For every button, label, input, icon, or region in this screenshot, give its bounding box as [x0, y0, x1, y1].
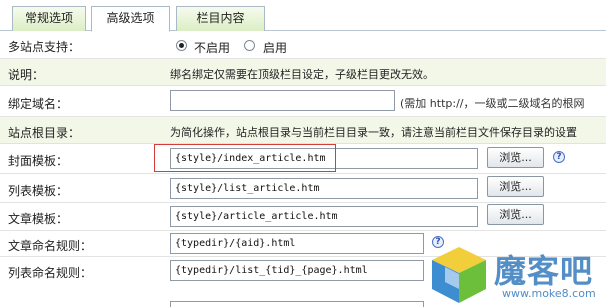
tab-bar: 常规选项 高级选项 栏目内容 — [0, 0, 606, 32]
list-template-label: 列表模板： — [8, 184, 69, 198]
note-label: 说明： — [8, 68, 45, 82]
article-template-input[interactable]: {style}/article_article.htm — [170, 206, 478, 227]
list-naming-input[interactable]: {typedir}/list_{tid}_{page}.html — [170, 260, 424, 281]
site-root-row: 站点根目录： 为简化操作，站点根目录与当前栏目目录一致，请注意当前栏目文件保存目… — [0, 117, 606, 144]
site-root-label: 站点根目录： — [8, 126, 81, 140]
list-template-browse-button[interactable]: 浏览... — [487, 176, 544, 197]
radio-enable[interactable] — [244, 40, 255, 51]
note-row: 说明： 绑名绑定仅需要在顶级栏目设定，子级栏目更改无效。 — [0, 59, 606, 86]
radio-disable[interactable] — [176, 40, 187, 51]
watermark-url: www.moke8.com — [502, 287, 596, 300]
watermark-logo-icon — [432, 247, 486, 303]
multi-site-row: 多站点支持： 不启用 启用 — [0, 31, 606, 59]
multi-site-label: 多站点支持： — [8, 40, 81, 54]
article-template-label: 文章模板： — [8, 212, 69, 226]
bind-domain-row: 绑定域名： (需加 http://，一级或二级域名的根网 — [0, 86, 606, 117]
article-naming-label: 文章命名规则： — [8, 239, 93, 253]
note-text: 绑名绑定仅需要在顶级栏目设定，子级栏目更改无效。 — [170, 68, 434, 81]
article-template-row: 文章模板： {style}/article_article.htm 浏览... — [0, 203, 606, 231]
radio-enable-label[interactable]: 启用 — [263, 39, 287, 56]
tab-column-content[interactable]: 栏目内容 — [176, 6, 265, 31]
tab-advanced-options[interactable]: 高级选项 — [91, 6, 170, 32]
bind-domain-input[interactable] — [170, 90, 395, 111]
extra-input-partial[interactable] — [170, 301, 424, 307]
article-template-browse-button[interactable]: 浏览... — [487, 204, 544, 225]
watermark: 魔客吧 www.moke8.com — [428, 243, 606, 307]
watermark-text: 魔客吧 — [494, 252, 594, 290]
cover-template-label: 封面模板： — [8, 154, 69, 168]
tab-general-options[interactable]: 常规选项 — [12, 6, 86, 31]
bind-domain-hint: (需加 http://，一级或二级域名的根网 — [400, 97, 585, 110]
highlight-box — [154, 144, 336, 172]
radio-disable-label[interactable]: 不启用 — [194, 39, 230, 56]
article-naming-input[interactable]: {typedir}/{aid}.html — [170, 233, 424, 254]
bind-domain-label: 绑定域名： — [8, 97, 69, 111]
help-icon[interactable]: ? — [553, 151, 565, 163]
site-root-text: 为简化操作，站点根目录与当前栏目目录一致，请注意当前栏目文件保存目录的设置 — [170, 126, 577, 139]
list-template-input[interactable]: {style}/list_article.htm — [170, 178, 478, 199]
list-naming-label: 列表命名规则： — [8, 266, 93, 280]
cover-template-browse-button[interactable]: 浏览... — [487, 147, 544, 168]
list-template-row: 列表模板： {style}/list_article.htm 浏览... — [0, 174, 606, 203]
